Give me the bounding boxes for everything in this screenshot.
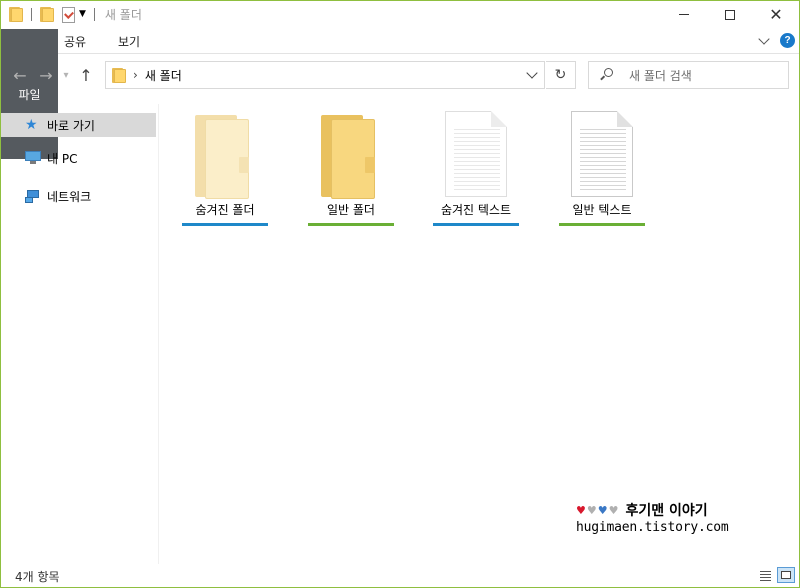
close-button[interactable]: ✕ bbox=[753, 1, 799, 28]
search-placeholder: 새 폴더 검색 bbox=[629, 68, 692, 83]
file-item-normal-folder[interactable]: 일반 폴더 bbox=[308, 101, 394, 231]
nav-item-network[interactable]: 네트워크 bbox=[1, 184, 158, 208]
status-bar: 4개 항목 bbox=[1, 565, 799, 587]
folder-icon bbox=[112, 67, 126, 83]
minimize-icon bbox=[679, 14, 689, 15]
close-icon: ✕ bbox=[769, 5, 783, 24]
window-controls: ✕ bbox=[661, 1, 799, 28]
large-icons-view-button[interactable] bbox=[777, 567, 795, 583]
file-item-hidden-text[interactable]: 숨겨진 텍스트 bbox=[433, 101, 519, 231]
recent-locations-dropdown-icon[interactable]: ▾ bbox=[59, 62, 73, 88]
annotation-underline bbox=[308, 223, 394, 226]
minimize-button[interactable] bbox=[661, 1, 707, 28]
new-folder-icon[interactable] bbox=[40, 7, 54, 22]
text-document-icon bbox=[571, 111, 633, 197]
refresh-icon: ↻ bbox=[554, 67, 567, 83]
nav-item-this-pc[interactable]: 내 PC bbox=[1, 146, 158, 170]
file-name: 일반 폴더 bbox=[327, 203, 375, 217]
nav-item-label: 바로 가기 bbox=[47, 118, 95, 133]
navigation-pane: ★ 바로 가기 내 PC 네트워크 bbox=[1, 104, 159, 564]
customize-toolbar-dropdown-icon[interactable]: ▼ bbox=[79, 10, 86, 19]
details-view-button[interactable] bbox=[756, 567, 774, 583]
search-icon bbox=[599, 68, 613, 82]
watermark-url: hugimaen.tistory.com bbox=[576, 520, 729, 535]
file-item-normal-text[interactable]: 일반 텍스트 bbox=[559, 101, 645, 231]
file-list: 숨겨진 폴더 일반 폴더 숨겨진 텍스트 일반 텍스트 bbox=[161, 101, 799, 561]
breadcrumb-chevron-icon[interactable]: › bbox=[133, 68, 138, 82]
navigation-row: ← → ▾ ↑ › 새 폴더 ↻ 새 폴더 검색 bbox=[1, 58, 799, 92]
ribbon-tabs: 파일 홈 공유 보기 ? bbox=[1, 29, 799, 159]
star-icon: ★ bbox=[25, 117, 38, 133]
watermark-name: 후기맨 이야기 bbox=[625, 503, 708, 519]
maximize-button[interactable] bbox=[707, 1, 753, 28]
folder-icon bbox=[195, 115, 255, 199]
breadcrumb-item[interactable]: 새 폴더 bbox=[145, 67, 182, 84]
nav-item-label: 내 PC bbox=[47, 151, 78, 166]
heart-icon: ♥ bbox=[597, 503, 608, 517]
tab-view[interactable]: 보기 bbox=[103, 29, 155, 53]
heart-icon: ♥ bbox=[576, 503, 586, 517]
nav-item-quick-access[interactable]: ★ 바로 가기 bbox=[1, 113, 156, 137]
annotation-underline bbox=[433, 223, 519, 226]
back-button[interactable]: ← bbox=[7, 62, 33, 88]
toolbar-separator bbox=[31, 8, 32, 21]
annotation-underline bbox=[559, 223, 645, 226]
heart-icon: ♥ bbox=[608, 503, 619, 517]
file-item-hidden-folder[interactable]: 숨겨진 폴더 bbox=[182, 101, 268, 231]
maximize-icon bbox=[725, 9, 735, 20]
folder-icon bbox=[321, 115, 381, 199]
view-switcher bbox=[753, 567, 795, 583]
expand-ribbon-chevron-icon[interactable] bbox=[758, 32, 770, 45]
blog-watermark: ♥ ♥ ♥ ♥ 후기맨 이야기 hugimaen.tistory.com bbox=[576, 501, 736, 535]
forward-button[interactable]: → bbox=[33, 62, 59, 88]
help-icon[interactable]: ? bbox=[780, 33, 795, 48]
file-name: 숨겨진 폴더 bbox=[195, 203, 255, 217]
computer-icon bbox=[25, 150, 41, 166]
file-name: 일반 텍스트 bbox=[572, 203, 632, 217]
search-box[interactable]: 새 폴더 검색 bbox=[588, 61, 789, 89]
title-bar: ▼ 새 폴더 ✕ bbox=[1, 1, 799, 28]
explorer-window: ▼ 새 폴더 ✕ 파일 홈 공유 보기 ? ← → ▾ ↑ › 새 폴더 bbox=[0, 0, 800, 588]
address-dropdown-icon[interactable] bbox=[526, 67, 538, 79]
text-document-icon bbox=[445, 111, 507, 197]
item-count: 4개 항목 bbox=[15, 569, 60, 584]
folder-icon[interactable] bbox=[9, 7, 23, 22]
annotation-underline bbox=[182, 223, 268, 226]
network-icon bbox=[25, 188, 41, 204]
properties-icon[interactable] bbox=[62, 6, 75, 23]
heart-icon: ♥ bbox=[586, 503, 597, 517]
refresh-button[interactable]: ↻ bbox=[546, 61, 576, 89]
toolbar-separator bbox=[93, 8, 95, 21]
nav-item-label: 네트워크 bbox=[47, 189, 92, 204]
ribbon-right-controls: ? bbox=[758, 32, 795, 48]
address-bar[interactable]: › 새 폴더 bbox=[105, 61, 545, 89]
file-name: 숨겨진 텍스트 bbox=[440, 203, 512, 217]
window-title: 새 폴더 bbox=[104, 8, 142, 22]
up-button[interactable]: ↑ bbox=[73, 62, 99, 88]
quick-access-toolbar: ▼ 새 폴더 bbox=[1, 1, 142, 28]
